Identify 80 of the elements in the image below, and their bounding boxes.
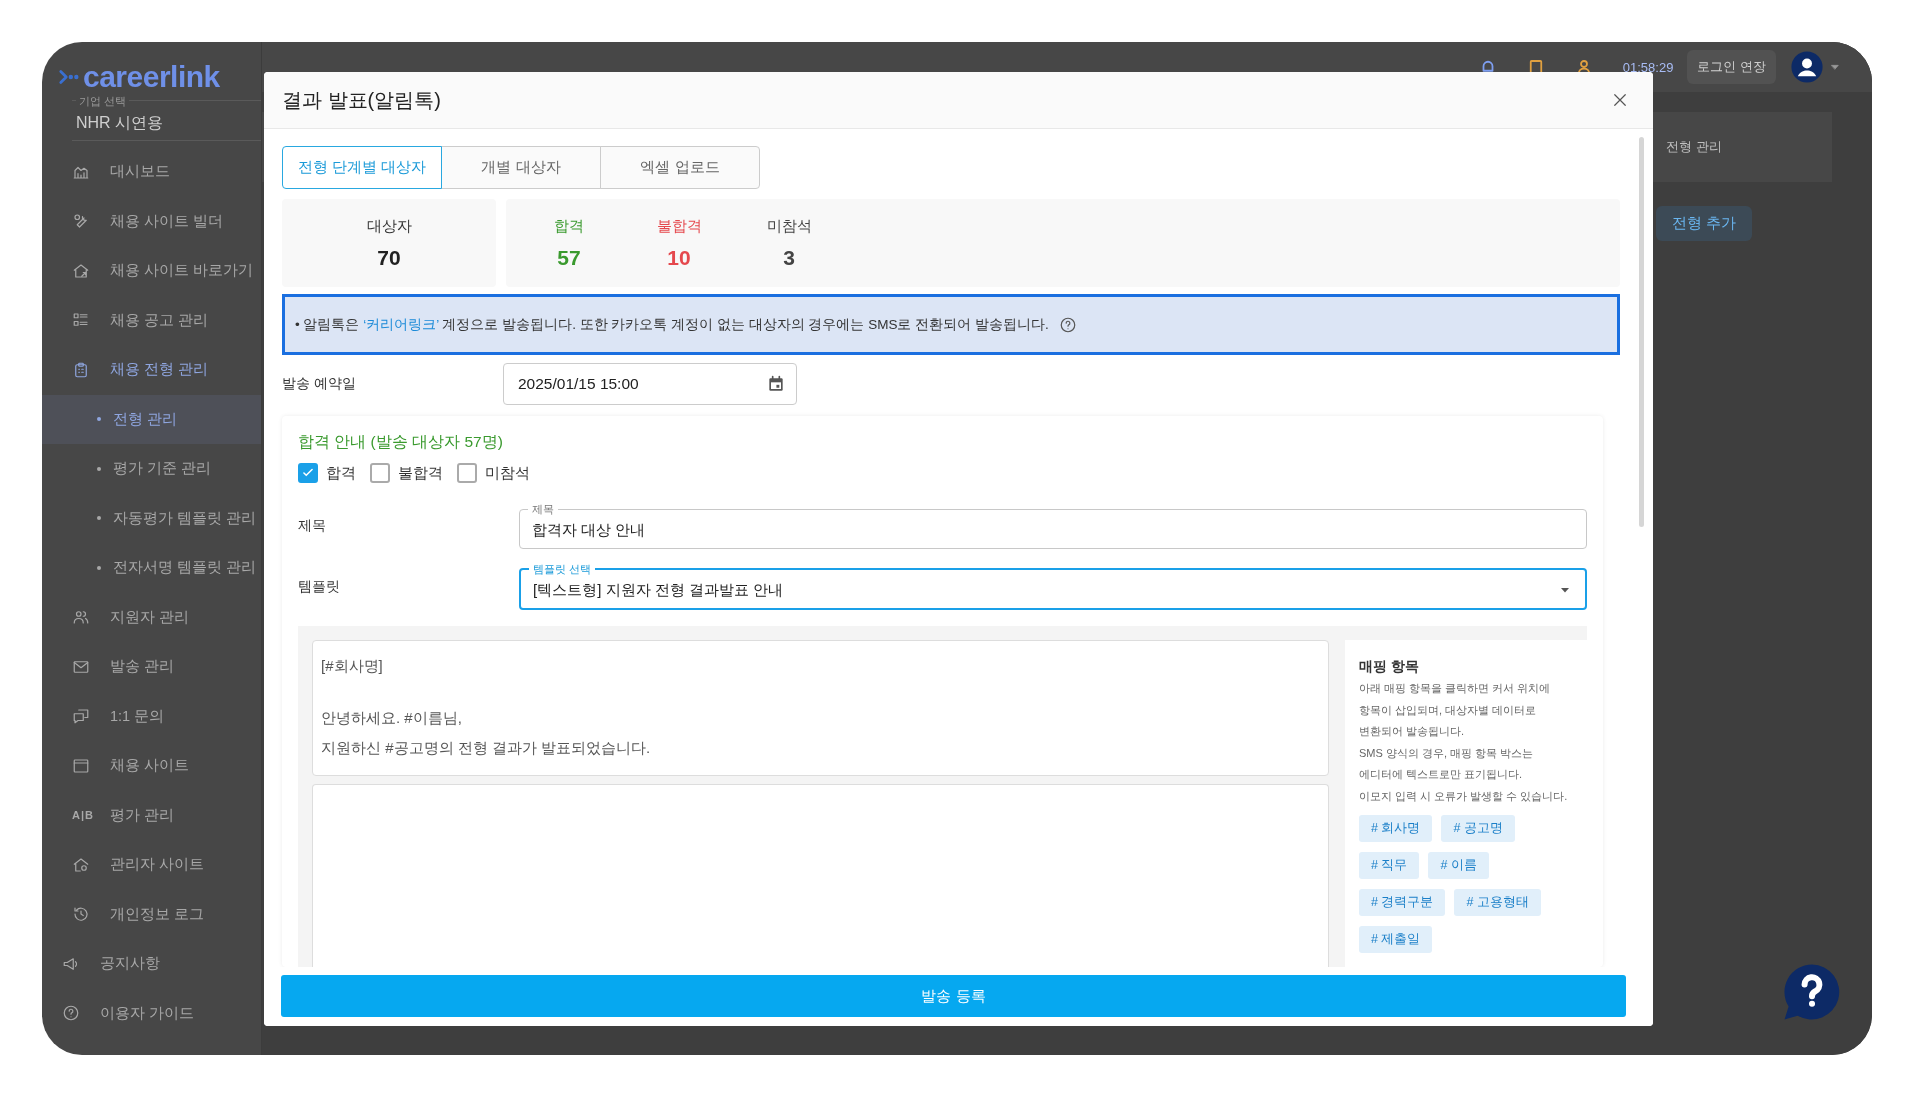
mapping-tag[interactable]: # 이름 bbox=[1428, 852, 1489, 879]
stat-value: 10 bbox=[667, 245, 691, 270]
sidebar-item[interactable]: 공지사항 bbox=[42, 939, 261, 989]
date-field[interactable]: 2025/01/15 15:00 bbox=[503, 363, 797, 405]
bullet-icon bbox=[97, 417, 101, 422]
mapping-tag[interactable]: # 공고명 bbox=[1441, 815, 1515, 842]
caret-icon bbox=[1830, 62, 1840, 72]
message-text: [#회사명] bbox=[321, 656, 384, 676]
sidebar-subitem[interactable]: 전자서명 템플릿 관리 bbox=[42, 543, 261, 593]
stat-value: 3 bbox=[783, 245, 795, 270]
sidebar-subitem[interactable]: 전형 관리 bbox=[42, 394, 261, 444]
tab[interactable]: 엑셀 업로드 bbox=[600, 146, 760, 189]
sidebar-subitem[interactable]: 평가 기준 관리 bbox=[42, 444, 261, 494]
logo[interactable]: careerlink bbox=[83, 60, 220, 94]
close-icon bbox=[1611, 91, 1629, 109]
sidebar-item[interactable]: 관리자 사이트 bbox=[42, 840, 261, 890]
history-icon bbox=[72, 905, 90, 924]
checkbox[interactable] bbox=[370, 463, 390, 483]
sidebar-item[interactable]: 채용 사이트 바로가기 bbox=[42, 246, 261, 296]
sidebar-item[interactable]: 개인정보 로그 bbox=[42, 889, 261, 939]
sidebar-item[interactable]: 채용 공고 관리 bbox=[42, 295, 261, 345]
people-icon bbox=[72, 608, 90, 627]
checkbox[interactable] bbox=[298, 463, 318, 483]
bullet-icon bbox=[97, 516, 101, 521]
checkbox-label: 불합격 bbox=[398, 463, 443, 483]
sidebar-item[interactable]: 1:1 문의 bbox=[42, 691, 261, 741]
chat-icon bbox=[72, 707, 90, 726]
stat-label: 미참석 bbox=[766, 216, 812, 236]
section-title: 합격 안내 (발송 대상자 57명) bbox=[298, 432, 504, 452]
mapping-tag[interactable]: # 고용형태 bbox=[1454, 889, 1541, 916]
bullet-icon bbox=[97, 565, 101, 570]
mapping-tag[interactable]: # 직무 bbox=[1359, 852, 1420, 879]
message-text: 안녕하세요. #이름님, bbox=[321, 708, 463, 728]
wrench-icon bbox=[72, 212, 90, 231]
subject-field[interactable]: 제목 합격자 대상 안내 bbox=[519, 503, 1587, 549]
stat-label: 대상자 bbox=[366, 216, 412, 236]
submit-button[interactable]: 발송 등록 bbox=[281, 975, 1626, 1017]
mapping-tag[interactable]: # 경력구분 bbox=[1359, 889, 1446, 916]
bullet-icon bbox=[97, 466, 101, 471]
template-select[interactable]: 템플릿 선택 [텍스트형] 지원자 전형 결과발표 안내 bbox=[519, 563, 1587, 610]
mapping-title: 매핑 항목 bbox=[1359, 658, 1420, 676]
calendar-icon bbox=[766, 374, 786, 394]
mapping-tag[interactable]: # 회사명 bbox=[1359, 815, 1433, 842]
sidebar-item[interactable]: 채용 사이트 bbox=[42, 741, 261, 791]
tab[interactable]: 전형 단계별 대상자 bbox=[282, 146, 442, 189]
help-icon bbox=[1058, 315, 1077, 334]
checkbox[interactable] bbox=[457, 463, 477, 483]
sidebar-item[interactable]: 채용 사이트 빌더 bbox=[42, 196, 261, 246]
sidebar-item[interactable]: 발송 관리 bbox=[42, 642, 261, 692]
sidebar-item[interactable]: 대시보드 bbox=[42, 147, 261, 197]
scrollbar[interactable] bbox=[1639, 137, 1644, 527]
mapping-description: 아래 매핑 항목을 클릭하면 커서 위치에 항목이 삽입되며, 대상자별 데이터로 변환되어 발송됩니다. SMS 양식의 경우, 매핑 항목 박스는 에디터에 텍스트로만 표기됩니다. 이모지 입력 시 오류가 발생할 수 있습니다. bbox=[1359, 681, 1569, 804]
field-label: 템플릿 bbox=[298, 577, 341, 596]
stat-label: 합격 bbox=[554, 216, 584, 236]
message-editor[interactable]: [#회사명] 안녕하세요. #이름님, 지원하신 #공고명의 전형 결과가 발표되었습니다. bbox=[312, 640, 1329, 776]
checkbox-label: 미참석 bbox=[485, 463, 530, 483]
session-timer: 01:58:29 bbox=[1622, 59, 1674, 75]
extend-login-button[interactable]: 로그인 연장 bbox=[1687, 50, 1776, 84]
sidebar-item[interactable]: 이용자 가이드 bbox=[42, 988, 261, 1038]
help-icon bbox=[62, 1004, 80, 1023]
sidebar-subitem[interactable]: 자동평가 템플릿 관리 bbox=[42, 493, 261, 543]
mapping-tag[interactable]: # 제출일 bbox=[1359, 926, 1433, 953]
field-label: 발송 예약일 bbox=[282, 375, 357, 393]
checkbox-label: 합격 bbox=[326, 463, 356, 483]
field-label: 제목 bbox=[298, 517, 327, 535]
stat-label: 불합격 bbox=[656, 216, 702, 236]
sidebar-item[interactable]: 채용 전형 관리 bbox=[42, 345, 261, 395]
sidebar-item[interactable]: A|B 평가 관리 bbox=[42, 790, 261, 840]
sidebar-item[interactable]: 지원자 관리 bbox=[42, 592, 261, 642]
modal-title: 결과 발표(알림톡) bbox=[282, 87, 441, 113]
notice-text: • 알림톡은 ‘커리어링크’ 계정으로 발송됩니다. 또한 카카오톡 계정이 없는 대상자의 경우에는 SMS로 전환되어 발송됩니다. bbox=[295, 315, 1049, 334]
breadcrumb[interactable]: 전형 관리 bbox=[1666, 138, 1722, 156]
message-text: 지원하신 #공고명의 전형 결과가 발표되었습니다. bbox=[321, 738, 652, 758]
stat-value: 57 bbox=[557, 245, 581, 270]
clipboard-icon bbox=[72, 360, 90, 379]
avatar-icon bbox=[1790, 50, 1824, 84]
add-stage-button[interactable]: 전형 추가 bbox=[1655, 206, 1752, 241]
stat-value: 70 bbox=[377, 245, 401, 270]
tab[interactable]: 개별 대상자 bbox=[441, 146, 601, 189]
window-icon bbox=[72, 756, 90, 775]
